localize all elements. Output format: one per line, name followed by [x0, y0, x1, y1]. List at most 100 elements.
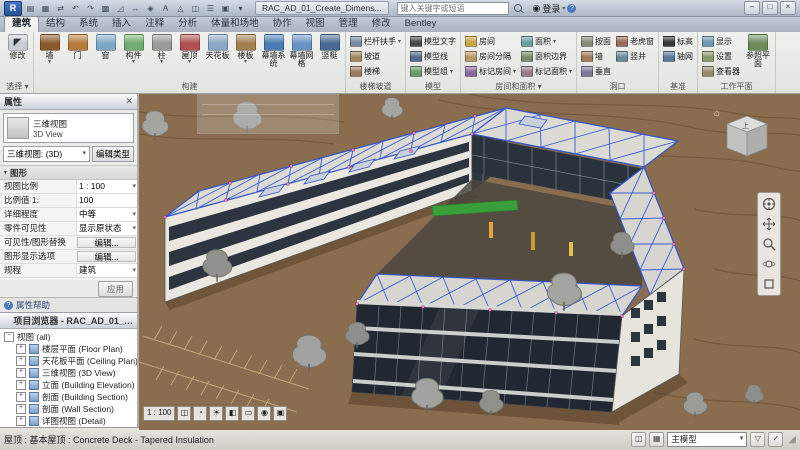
save-icon[interactable]: ▦ — [39, 2, 52, 15]
design-option-select[interactable]: 主模型 ▾ — [667, 432, 747, 447]
collapse-icon[interactable]: − — [4, 332, 14, 342]
panel-caption-select[interactable]: 选择 ▾ — [2, 81, 33, 93]
edit-button[interactable]: 编辑... — [77, 251, 136, 262]
expand-icon[interactable]: + — [16, 392, 26, 402]
tab-annotate[interactable]: 注释 — [138, 17, 171, 32]
set-work-plane-button[interactable]: 设置 — [700, 49, 742, 63]
tab-collaborate[interactable]: 协作 — [266, 17, 299, 32]
expand-icon[interactable]: + — [16, 416, 26, 426]
area-button[interactable]: 面积▾ — [519, 34, 574, 48]
vertical-opening-button[interactable]: 垂直 — [579, 64, 613, 78]
show-crop-icon[interactable]: ◉ — [257, 406, 271, 421]
showcase-icon[interactable] — [760, 275, 778, 293]
expand-icon[interactable]: + — [16, 344, 26, 354]
area-boundary-button[interactable]: 面积边界 — [519, 49, 574, 63]
help-icon[interactable]: ? — [567, 4, 576, 13]
property-value[interactable]: 100 — [76, 194, 137, 207]
property-value[interactable]: 建筑▾ — [76, 264, 137, 277]
search-icon[interactable] — [514, 4, 522, 12]
level-button[interactable]: 标高 — [661, 34, 695, 48]
close-button[interactable]: × — [780, 1, 796, 15]
thin-lines-icon[interactable]: ☰ — [204, 2, 217, 15]
tab-massing-site[interactable]: 体量和场地 — [204, 17, 266, 32]
sign-in-button[interactable]: ◉ 登录 ▾ — [533, 2, 566, 15]
home-icon[interactable]: ⌂ — [714, 108, 720, 119]
tab-analyze[interactable]: 分析 — [171, 17, 204, 32]
room-separator-button[interactable]: 房间分隔 — [463, 49, 518, 63]
tab-systems[interactable]: 系统 — [72, 17, 105, 32]
show-work-plane-button[interactable]: 显示 — [700, 34, 742, 48]
resize-grip[interactable]: ◢ — [788, 434, 796, 445]
detail-level-icon[interactable]: ◫ — [177, 406, 191, 421]
default-3d-view-icon[interactable]: ◬ — [174, 2, 187, 15]
expand-icon[interactable]: + — [16, 356, 26, 366]
shaft-button[interactable]: 竖井 — [614, 49, 656, 63]
pan-icon[interactable] — [760, 215, 778, 233]
switch-windows-icon[interactable]: ▣ — [219, 2, 232, 15]
tree-item-building-section[interactable]: +剖面 (Building Section) — [0, 391, 137, 403]
tree-item-wall-section[interactable]: +剖面 (Wall Section) — [0, 403, 137, 415]
design-options-icon[interactable]: ▦ — [649, 432, 664, 447]
tab-structure[interactable]: 结构 — [39, 17, 72, 32]
zoom-icon[interactable] — [760, 235, 778, 253]
filter-icon[interactable]: ▽ — [750, 432, 765, 447]
edit-button[interactable]: 编辑... — [77, 237, 136, 248]
roof-button[interactable]: 屋顶▾ — [176, 34, 203, 65]
tree-item-floor-plan[interactable]: +楼层平面 (Floor Plan) — [0, 343, 137, 355]
undo-icon[interactable]: ↶ — [69, 2, 82, 15]
customize-qat-icon[interactable]: ▾ — [234, 2, 247, 15]
column-button[interactable]: 柱▾ — [148, 34, 175, 65]
property-value[interactable]: 显示原状态▾ — [76, 222, 137, 235]
expand-icon[interactable]: + — [16, 404, 26, 414]
component-button[interactable]: 构件▾ — [120, 34, 147, 65]
tag-icon[interactable]: ◈ — [144, 2, 157, 15]
expand-icon[interactable]: + — [16, 380, 26, 390]
model-group-button[interactable]: 模型组▾ — [408, 64, 458, 78]
view-scale-button[interactable]: 1 : 100 — [143, 406, 175, 421]
modify-button[interactable]: ◤ 修改 — [4, 34, 31, 60]
tab-architecture[interactable]: 建筑 — [4, 16, 39, 32]
crop-view-icon[interactable]: ▭ — [241, 406, 255, 421]
sun-path-icon[interactable]: ☀ — [209, 406, 223, 421]
mullion-button[interactable]: 竖梃 — [316, 34, 343, 60]
sync-icon[interactable]: ⇄ — [54, 2, 67, 15]
room-button[interactable]: 房间 — [463, 34, 518, 48]
model-canvas[interactable]: ⌂ 上 — [139, 94, 800, 430]
minimize-button[interactable]: – — [744, 1, 760, 15]
window-button[interactable]: 窗 — [92, 34, 119, 60]
tree-item-detail[interactable]: +详图视图 (Detail) — [0, 415, 137, 427]
ref-plane-button[interactable]: 参照平面 — [743, 34, 773, 68]
worksets-icon[interactable]: ◫ — [631, 432, 646, 447]
tab-view[interactable]: 视图 — [299, 17, 332, 32]
tab-manage[interactable]: 管理 — [332, 17, 365, 32]
tree-item-ceiling-plan[interactable]: +天花板平面 (Ceiling Plan) — [0, 355, 137, 367]
properties-help-bar[interactable]: ? 属性帮助 — [0, 297, 137, 312]
tag-area-button[interactable]: 标记面积▾ — [519, 64, 574, 78]
view-cube-top-label[interactable]: 上 — [742, 121, 749, 130]
curtain-grid-button[interactable]: 幕墙网格 — [288, 34, 315, 68]
tab-bentley[interactable]: Bentley — [398, 17, 444, 32]
panel-caption-room-area[interactable]: 房间和面积 ▾ — [461, 81, 576, 93]
navigation-bar[interactable] — [757, 192, 781, 296]
section-icon[interactable]: ◫ — [189, 2, 202, 15]
railing-button[interactable]: 栏杆扶手▾ — [348, 34, 403, 48]
ceiling-button[interactable]: 天花板 — [204, 34, 231, 60]
redo-icon[interactable]: ↷ — [84, 2, 97, 15]
editable-only-icon[interactable]: ✓ — [768, 432, 783, 447]
instance-selector[interactable]: 三维视图: (3D)▾ — [3, 146, 90, 162]
measure-icon[interactable]: ◿ — [114, 2, 127, 15]
navigation-wheel-icon[interactable] — [760, 195, 778, 213]
grid-button[interactable]: 轴网 — [661, 49, 695, 63]
model-text-button[interactable]: 模型文字 — [408, 34, 458, 48]
ramp-button[interactable]: 坡道 — [348, 49, 403, 63]
model-line-button[interactable]: 模型线 — [408, 49, 458, 63]
type-selector[interactable]: 三维视图 3D View — [3, 113, 134, 143]
tree-item-building-elevation[interactable]: +立面 (Building Elevation) — [0, 379, 137, 391]
dormer-button[interactable]: 老虎窗 — [614, 34, 656, 48]
viewport-3d[interactable]: ⌂ 上 — [139, 94, 800, 427]
search-input[interactable] — [397, 2, 509, 15]
section-graphics[interactable]: ▾ 图形 — [0, 165, 137, 180]
properties-header[interactable]: 属性 ✕ — [0, 94, 137, 110]
tree-item-3d-view[interactable]: +三维视图 (3D View) — [0, 367, 137, 379]
tab-modify[interactable]: 修改 — [365, 17, 398, 32]
